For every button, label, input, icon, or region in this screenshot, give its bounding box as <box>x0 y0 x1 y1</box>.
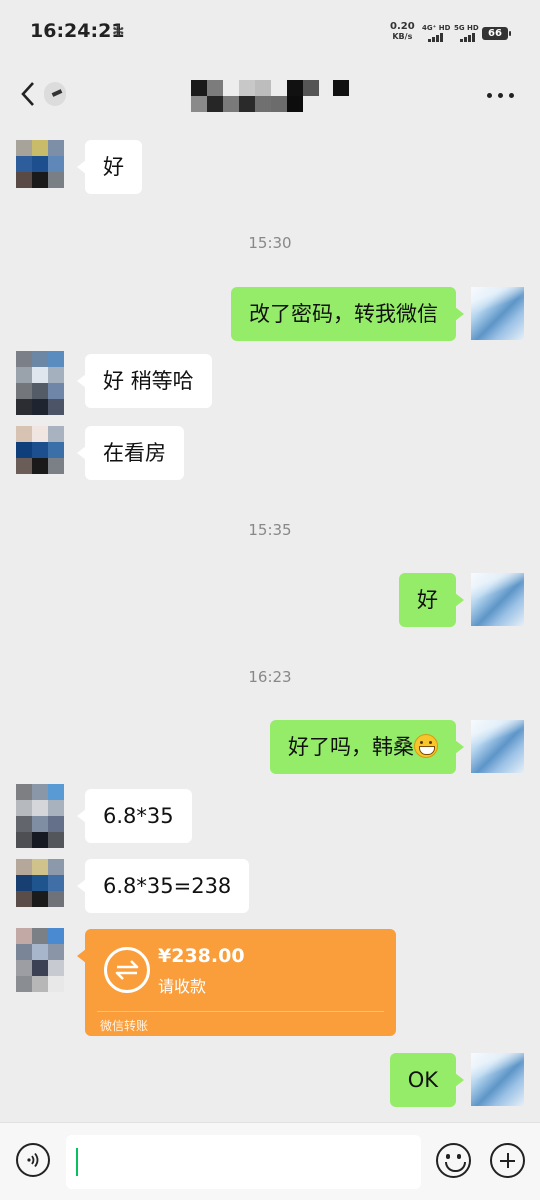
timestamp: 16:23 <box>248 668 292 686</box>
divider <box>97 1011 384 1012</box>
smiley-icon[interactable] <box>436 1143 471 1178</box>
contact-avatar[interactable] <box>16 426 64 474</box>
contact-avatar-small[interactable] <box>44 82 66 106</box>
message-bubble[interactable]: 好了吗，韩桑 <box>270 720 464 774</box>
transfer-status: 请收款 <box>158 977 207 996</box>
text-cursor <box>76 1148 78 1176</box>
message-text: 好了吗，韩桑 <box>288 735 414 759</box>
timestamp: 15:35 <box>248 521 292 539</box>
message-bubble[interactable]: 在看房 <box>77 426 184 480</box>
grinning-face-icon <box>414 734 438 758</box>
self-avatar[interactable] <box>471 287 524 340</box>
chat-header <box>0 64 540 124</box>
contact-avatar[interactable] <box>16 928 64 992</box>
self-avatar[interactable] <box>471 1053 524 1106</box>
transfer-footer: 微信转账 <box>100 1019 149 1033</box>
signal-icon-1: 4G⁺ HD <box>422 24 452 42</box>
self-avatar[interactable] <box>471 573 524 626</box>
chevron-left-icon[interactable] <box>18 80 42 108</box>
status-time: 16:24:21 <box>30 20 125 42</box>
self-avatar[interactable] <box>471 720 524 773</box>
battery-icon: 66 <box>482 27 511 40</box>
transfer-icon <box>104 947 150 993</box>
network-speed-unit: KB/s <box>392 32 413 41</box>
contact-avatar[interactable] <box>16 140 64 188</box>
input-bar <box>0 1122 540 1200</box>
network-speed: 0.20 KB/s <box>390 22 415 42</box>
timestamp: 15:30 <box>248 234 292 252</box>
transfer-amount: ¥238.00 <box>158 945 245 967</box>
signal-icon-2: 5G HD <box>454 24 482 42</box>
snowflake-icon: ✻ <box>112 22 125 40</box>
network-label-2: 5G HD <box>454 24 479 32</box>
message-bubble[interactable]: 6.8*35=238 <box>76 859 250 913</box>
message-bubble[interactable]: 好 <box>77 140 142 194</box>
message-bubble[interactable]: 6.8*35 <box>77 789 192 843</box>
voice-icon[interactable] <box>16 1143 50 1177</box>
message-bubble[interactable]: 改了密码，转我微信 <box>231 287 464 341</box>
message-bubble[interactable]: 好 <box>399 573 464 627</box>
chat-messages[interactable]: 好 15:30 改了密码，转我微信 好 稍等哈 在看房 15:35 好 16:2… <box>0 124 540 1122</box>
chat-title-obscured <box>191 80 351 112</box>
plus-circle-icon[interactable] <box>490 1143 525 1178</box>
message-input[interactable] <box>66 1135 421 1189</box>
network-speed-value: 0.20 <box>390 21 415 32</box>
message-bubble[interactable]: OK <box>389 1053 465 1107</box>
contact-avatar[interactable] <box>16 859 64 907</box>
contact-avatar[interactable] <box>16 784 64 848</box>
transfer-card[interactable]: ¥238.00 请收款 微信转账 <box>77 929 396 1036</box>
more-horizontal-icon[interactable] <box>487 93 514 98</box>
status-bar: 16:24:21 ✻ 0.20 KB/s 4G⁺ HD 5G HD 66 <box>0 0 540 64</box>
network-label-1: 4G⁺ HD <box>422 24 451 32</box>
message-bubble[interactable]: 好 稍等哈 <box>77 354 212 408</box>
contact-avatar[interactable] <box>16 351 64 415</box>
